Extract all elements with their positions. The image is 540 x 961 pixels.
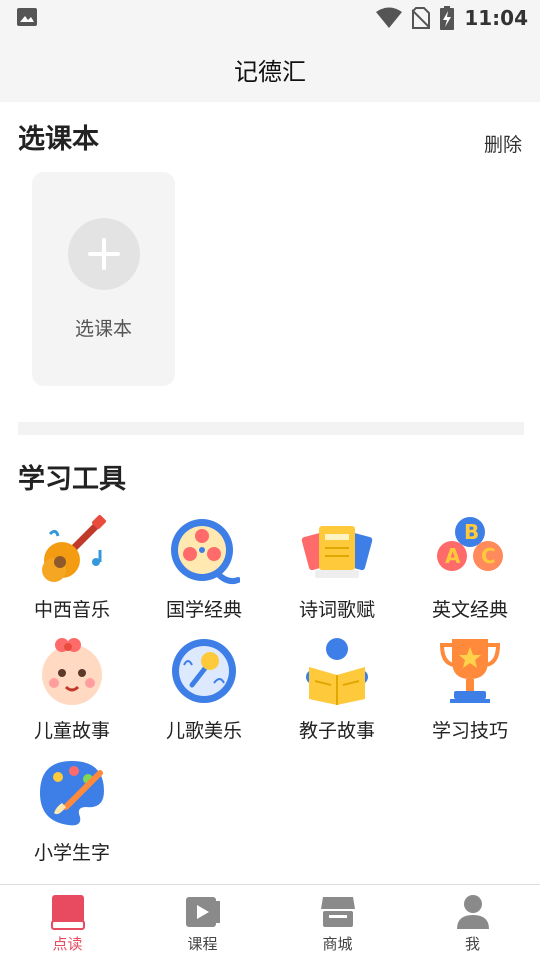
tool-item[interactable]: 学习技巧 (403, 635, 537, 745)
tool-item[interactable]: 国学经典 (137, 514, 271, 624)
tool-label: 儿童故事 (33, 720, 110, 742)
nav-item-me[interactable]: 我 (405, 885, 540, 961)
tool-label: 诗词歌赋 (298, 599, 375, 621)
paint-palette-icon (40, 761, 104, 826)
tool-item[interactable]: 诗词歌赋 (270, 514, 404, 624)
tool-item[interactable]: 中西音乐 (5, 514, 139, 624)
tool-label: 小学生字 (33, 842, 110, 864)
shop-icon (320, 897, 355, 927)
nav-label-course: 课程 (187, 935, 218, 953)
tool-item[interactable]: 儿童故事 (5, 635, 139, 745)
svg-text:B: B (464, 520, 479, 544)
tool-label: 国学经典 (165, 599, 242, 621)
plus-icon (68, 218, 140, 290)
svg-text:A: A (445, 544, 461, 568)
baby-face-icon (42, 638, 102, 705)
bottom-navigation: 点读 课程 商城 我 (0, 884, 540, 961)
no-sim-icon (412, 7, 431, 29)
status-time: 11:04 (464, 6, 528, 30)
tool-label: 学习技巧 (431, 720, 508, 742)
tool-label: 中西音乐 (33, 599, 110, 621)
tool-label: 儿歌美乐 (165, 720, 242, 742)
section-divider (18, 422, 524, 435)
svg-text:C: C (481, 544, 496, 568)
tools-section-title: 学习工具 (18, 464, 126, 495)
books-icon (301, 526, 373, 578)
nav-label-me: 我 (464, 935, 480, 953)
delete-button[interactable]: 删除 (484, 130, 522, 157)
wifi-icon (376, 7, 403, 28)
film-reel-icon (171, 519, 240, 585)
guitar-icon (42, 515, 106, 582)
microphone-icon (172, 639, 236, 703)
title-bar: 记德汇 (0, 36, 540, 102)
nav-item-shop[interactable]: 商城 (270, 885, 405, 961)
tool-label: 教子故事 (298, 720, 375, 742)
nav-item-course[interactable]: 课程 (135, 885, 270, 961)
video-icon (185, 897, 220, 927)
book-icon (50, 895, 85, 930)
status-bar: 11:04 (0, 0, 540, 36)
tool-item[interactable]: 小学生字 (5, 757, 139, 867)
reading-person-icon (306, 638, 368, 705)
image-icon (17, 8, 37, 26)
tool-item[interactable]: 教子故事 (270, 635, 404, 745)
app-title: 记德汇 (234, 57, 306, 86)
add-textbook-label: 选课本 (74, 318, 132, 340)
trophy-icon (439, 639, 501, 703)
tool-label: 英文经典 (431, 599, 508, 621)
nav-label-read: 点读 (52, 935, 83, 953)
nav-item-read[interactable]: 点读 (0, 885, 135, 961)
tool-item[interactable]: 儿歌美乐 (137, 635, 271, 745)
abc-balloons-icon: B A C (437, 517, 503, 571)
tool-item[interactable]: B A C 英文经典 (403, 514, 537, 624)
textbook-section-title: 选课本 (18, 124, 99, 155)
add-textbook-card[interactable]: 选课本 (32, 172, 175, 386)
nav-label-shop: 商城 (322, 935, 353, 953)
battery-charging-icon (440, 6, 455, 30)
person-icon (456, 895, 489, 929)
